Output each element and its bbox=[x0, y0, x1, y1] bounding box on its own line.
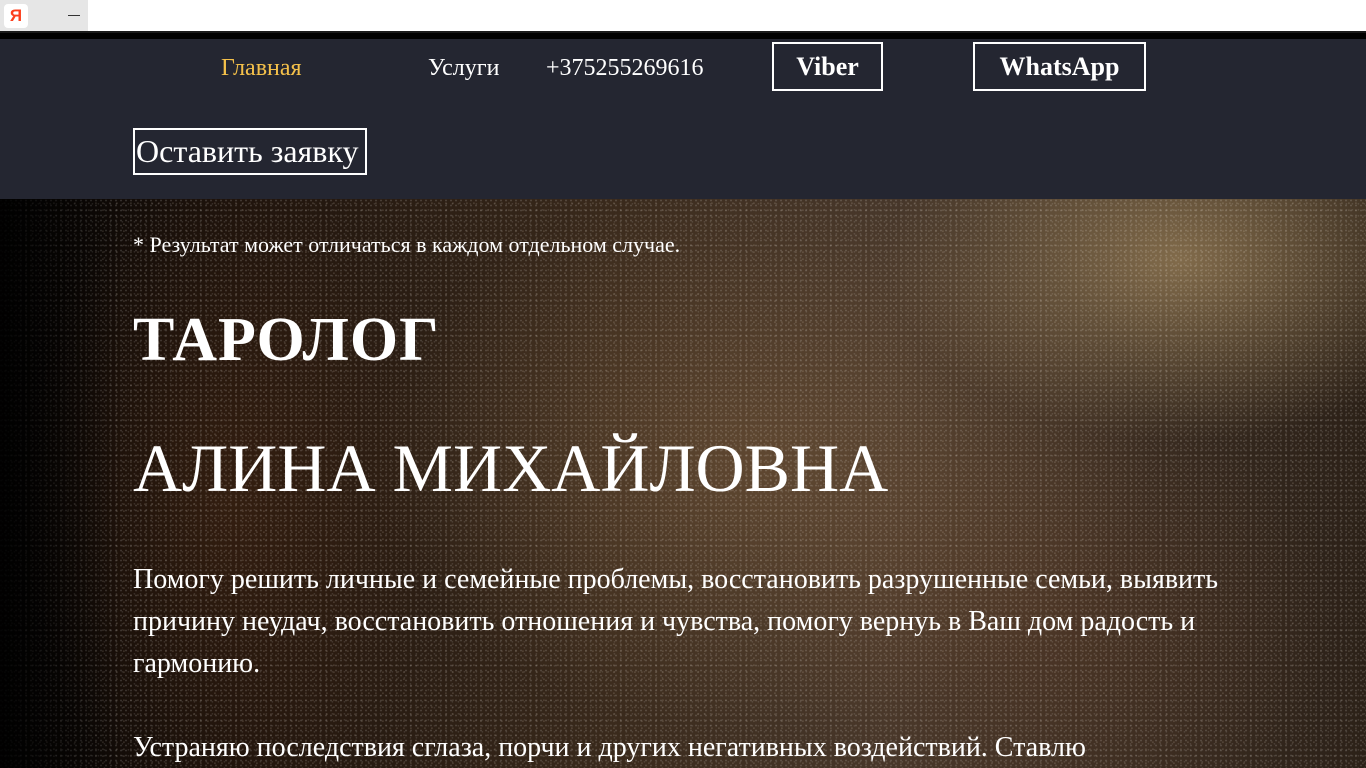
nav-services-link[interactable]: Услуги bbox=[428, 55, 499, 82]
hero-paragraph-1: Помогу решить личные и семейные проблемы… bbox=[133, 564, 1219, 679]
hero-section: * Результат может отличаться в каждом от… bbox=[0, 199, 1366, 768]
minimize-icon[interactable] bbox=[68, 15, 80, 16]
nav-home-link[interactable]: Главная bbox=[221, 55, 302, 82]
browser-top-bar: Я bbox=[0, 0, 1366, 31]
yandex-browser-icon: Я bbox=[4, 4, 28, 28]
hero-left-shadow bbox=[0, 199, 120, 768]
viber-button[interactable]: Viber bbox=[772, 42, 883, 91]
site-header: Главная Услуги +375255269616 Viber Whats… bbox=[0, 39, 1366, 199]
hero-name: АЛИНА МИХАЙЛОВНА bbox=[133, 430, 889, 506]
hero-paragraph-2: Устраняю последствия сглаза, порчи и дру… bbox=[133, 732, 1086, 763]
hero-title: ТАРОЛОГ bbox=[133, 306, 440, 374]
disclaimer-text: * Результат может отличаться в каждом от… bbox=[133, 232, 681, 257]
whatsapp-button[interactable]: WhatsApp bbox=[973, 42, 1146, 91]
nav-phone-link[interactable]: +375255269616 bbox=[546, 55, 704, 82]
browser-tab[interactable]: Я bbox=[0, 0, 88, 31]
request-button[interactable]: Оставить заявку bbox=[133, 128, 367, 175]
